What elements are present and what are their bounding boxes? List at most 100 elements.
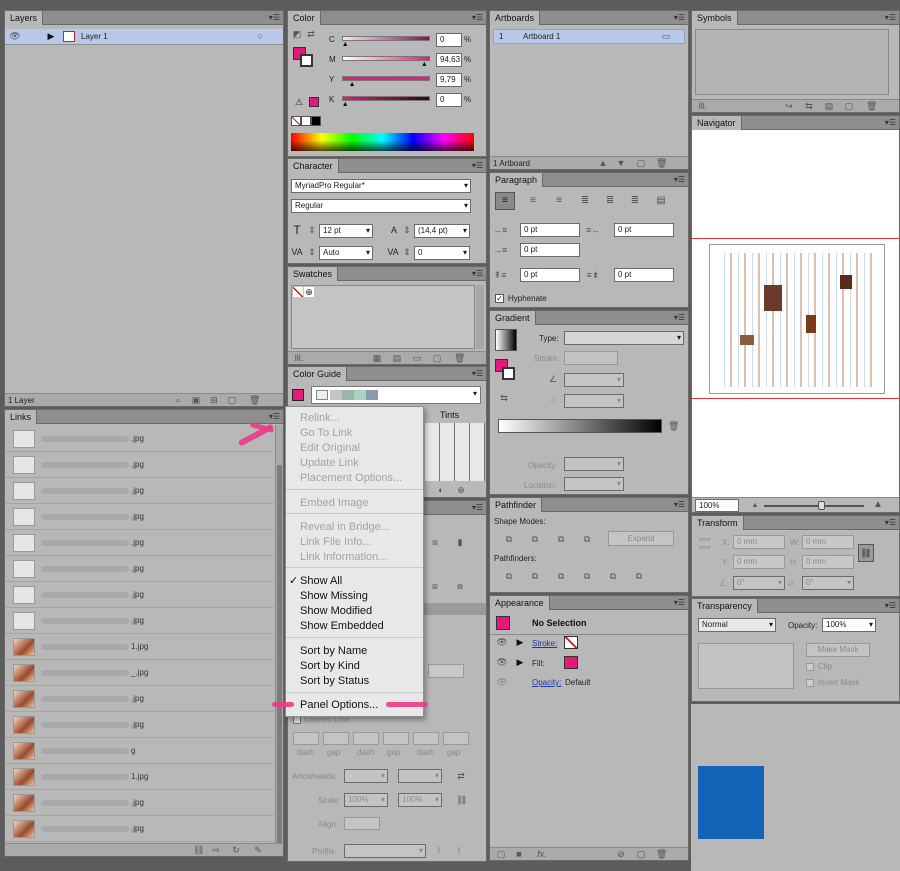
- pathfinder-menu-icon[interactable]: ▾☰: [673, 500, 685, 509]
- gradient-stroke-swatch[interactable]: [502, 367, 515, 380]
- add-stroke-icon[interactable]: ▢: [496, 849, 506, 860]
- delete-layer-icon[interactable]: 🗑: [249, 395, 260, 406]
- clipping-mask-icon[interactable]: ▣: [191, 395, 201, 406]
- layer-row[interactable]: 👁 ▶ Layer 1 ○: [5, 29, 283, 45]
- link-row[interactable]: .jpg: [5, 686, 274, 712]
- none-swatch[interactable]: [291, 116, 301, 126]
- align-icon-c[interactable]: ⧈: [428, 581, 442, 592]
- move-down-icon[interactable]: ▼: [616, 158, 626, 169]
- leading-field[interactable]: (14,4 pt): [414, 224, 470, 238]
- font-style-select[interactable]: Regular: [291, 199, 471, 213]
- link-row[interactable]: .jpg: [5, 608, 274, 634]
- link-row[interactable]: 1.jpg: [5, 634, 274, 660]
- delete-artboard-icon[interactable]: 🗑: [656, 158, 667, 169]
- make-mask-button[interactable]: Make Mask: [806, 643, 870, 657]
- default-colors-icon[interactable]: ◩: [292, 29, 302, 40]
- left-indent-field[interactable]: 0 pt: [520, 223, 580, 237]
- delete-item-icon[interactable]: 🗑: [656, 849, 667, 860]
- menu-item[interactable]: Panel Options...: [300, 698, 378, 712]
- invert-mask-checkbox[interactable]: [806, 679, 814, 687]
- tab-appearance[interactable]: Appearance: [490, 596, 550, 610]
- first-line-indent-field[interactable]: 0 pt: [520, 243, 580, 257]
- duplicate-item-icon[interactable]: ▢: [636, 849, 646, 860]
- y-field[interactable]: 0 mm: [733, 555, 785, 569]
- tab-transform[interactable]: Transform: [692, 516, 744, 530]
- miter-field[interactable]: [428, 664, 464, 678]
- base-color-swatch[interactable]: [292, 389, 304, 401]
- navigator-preview[interactable]: [709, 244, 885, 394]
- expand-button[interactable]: Expand: [608, 531, 674, 546]
- channel-slider[interactable]: [342, 96, 430, 101]
- delete-stop-icon[interactable]: 🗑: [668, 421, 679, 432]
- gradient-menu-icon[interactable]: ▾☰: [673, 313, 685, 322]
- panel-menu-icon[interactable]: ▾☰: [268, 13, 280, 22]
- minus-back-icon[interactable]: ⧉: [632, 571, 646, 582]
- break-link-icon[interactable]: ⇆: [804, 101, 814, 112]
- color-guide-menu-icon[interactable]: ▾☰: [471, 369, 483, 378]
- dash-gap-field[interactable]: [323, 732, 349, 745]
- dashed-checkbox[interactable]: [293, 716, 301, 724]
- registration-swatch-tile[interactable]: ⊕: [304, 287, 314, 297]
- clip-checkbox[interactable]: [806, 663, 814, 671]
- show-kinds-icon[interactable]: ▦: [372, 353, 382, 364]
- link-row[interactable]: _.jpg: [5, 660, 274, 686]
- character-panel-menu-icon[interactable]: ▾☰: [471, 161, 483, 170]
- scale-start-field[interactable]: 100%: [344, 793, 388, 807]
- appearance-menu-icon[interactable]: ▾☰: [673, 598, 685, 607]
- link-row[interactable]: .jpg: [5, 816, 274, 842]
- symbols-menu-icon[interactable]: ▾☰: [884, 13, 896, 22]
- swatches-scrollbar[interactable]: [476, 285, 484, 349]
- new-color-group-icon[interactable]: ▭: [412, 353, 422, 364]
- kerning-stepper-icon[interactable]: ⇕: [308, 247, 316, 258]
- stroke-visibility-icon[interactable]: 👁: [496, 637, 508, 648]
- dash-gap-field[interactable]: [293, 732, 319, 745]
- channel-slider[interactable]: [342, 36, 430, 41]
- constrain-proportions-button[interactable]: ⛓: [858, 544, 874, 562]
- rotate-field[interactable]: 0°: [733, 576, 785, 590]
- stroke-attribute-swatch[interactable]: [564, 636, 578, 649]
- fill-attribute-swatch[interactable]: [564, 656, 578, 669]
- zoom-slider-thumb[interactable]: [818, 501, 825, 510]
- new-symbol-icon[interactable]: ▢: [844, 101, 854, 112]
- transparency-opacity-field[interactable]: 100%: [822, 618, 876, 632]
- menu-item[interactable]: Sort by Name: [300, 644, 367, 658]
- gradient-thumbnail[interactable]: [495, 329, 517, 351]
- menu-item[interactable]: Sort by Status: [300, 674, 369, 688]
- place-symbol-icon[interactable]: ↪: [784, 101, 794, 112]
- zoom-in-icon[interactable]: ▲: [872, 499, 884, 510]
- color-panel-menu-icon[interactable]: ▾☰: [471, 13, 483, 22]
- tab-gradient[interactable]: Gradient: [490, 311, 536, 325]
- aspect-ratio-field[interactable]: [564, 394, 624, 408]
- hyphenate-checkbox[interactable]: ✓: [495, 294, 504, 303]
- menu-item[interactable]: Show Embedded: [300, 619, 384, 633]
- expand-triangle-icon[interactable]: ▶: [47, 31, 55, 42]
- symbol-options-icon[interactable]: ▤: [824, 101, 834, 112]
- profile-select[interactable]: [344, 844, 426, 858]
- link-row[interactable]: .jpg: [5, 504, 274, 530]
- font-size-field[interactable]: 12 pt: [319, 224, 373, 238]
- dash-gap-field[interactable]: [353, 732, 379, 745]
- color-spectrum-ramp[interactable]: [291, 133, 474, 151]
- dash-gap-field[interactable]: [443, 732, 469, 745]
- locate-object-icon[interactable]: ⌕: [173, 395, 183, 406]
- fill-attribute-label[interactable]: Fill:: [532, 659, 544, 669]
- dash-gap-field[interactable]: [383, 732, 409, 745]
- link-row[interactable]: .jpg: [5, 530, 274, 556]
- zoom-out-icon[interactable]: ▲: [750, 500, 760, 511]
- align-arrows-button[interactable]: [344, 817, 380, 830]
- dash-gap-field[interactable]: [413, 732, 439, 745]
- delete-swatch-icon[interactable]: 🗑: [454, 353, 465, 364]
- leading-stepper-icon[interactable]: ⇕: [403, 225, 411, 236]
- link-row[interactable]: g: [5, 738, 274, 764]
- tab-artboards[interactable]: Artboards: [490, 11, 541, 25]
- crop-icon[interactable]: ⧉: [580, 571, 594, 582]
- symbol-libraries-icon[interactable]: lll.: [696, 101, 710, 112]
- gradient-angle-field[interactable]: [564, 373, 624, 387]
- link-row[interactable]: .jpg: [5, 712, 274, 738]
- navigator-zoom-field[interactable]: 100%: [695, 499, 739, 512]
- tints-grid[interactable]: [425, 423, 485, 481]
- reference-point-icon[interactable]: ▫▫▫ ▫▫▫: [697, 536, 713, 552]
- clear-appearance-icon[interactable]: ⊘: [616, 849, 626, 860]
- trim-icon[interactable]: ⧉: [528, 571, 542, 582]
- link-row[interactable]: .jpg: [5, 478, 274, 504]
